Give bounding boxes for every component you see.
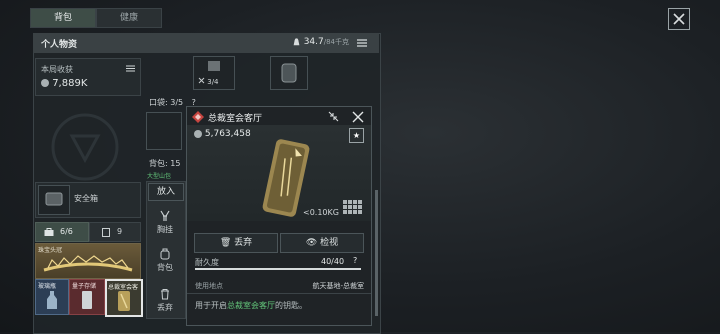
keycard-image-icon xyxy=(262,139,310,217)
menu-icon[interactable] xyxy=(357,39,367,47)
weight-max: /84千克 xyxy=(323,38,349,46)
backpack-name-hint: 大型山包 xyxy=(147,173,172,180)
weight-value: 34.7 xyxy=(303,37,324,47)
weight-icon xyxy=(293,38,300,46)
keycard-icon xyxy=(118,291,130,311)
item-card-glass[interactable]: 玻璃瓶 xyxy=(35,279,69,315)
equipment-slot-backpack[interactable] xyxy=(270,56,308,90)
favorite-star-icon[interactable]: ★ xyxy=(349,128,364,143)
chest-rig-icon xyxy=(160,210,170,221)
item-description: 用于开启总裁室会客厅的钥匙。 xyxy=(195,301,307,310)
top-tabs: 背包 健康 xyxy=(30,8,162,28)
item-card-quantum[interactable]: 量子存储 xyxy=(69,279,105,315)
popup-close-icon[interactable] xyxy=(351,110,365,124)
trash-icon xyxy=(161,289,169,300)
price-row: 5,763,458 xyxy=(194,129,251,139)
scrollbar[interactable] xyxy=(375,190,378,316)
discard-trash-icon: 🗑 xyxy=(219,238,232,248)
income-value: 7,889K xyxy=(52,78,88,89)
backpack-icon xyxy=(281,63,297,83)
weight-readout: 34.7/84千克 xyxy=(292,37,349,47)
discard-side-button[interactable]: 丢弃 xyxy=(148,288,182,313)
tab-backpack[interactable]: 背包 xyxy=(30,8,96,28)
discard-button[interactable]: 🗑 丢弃 xyxy=(194,233,278,253)
safe-box-row[interactable]: 安全箱 xyxy=(35,182,141,218)
tab-health[interactable]: 健康 xyxy=(96,8,162,28)
item-card-key[interactable]: 总裁室会客 xyxy=(105,279,143,317)
panel-header: 个人物资 34.7/84千克 xyxy=(33,33,379,53)
income-label: 本局收获 xyxy=(41,65,73,74)
list-icon[interactable] xyxy=(126,65,135,72)
card-icon xyxy=(102,228,110,237)
crown-icon xyxy=(43,255,133,272)
bottle-icon xyxy=(47,291,57,309)
durability-label: 耐久度 xyxy=(195,258,219,267)
durability-bar-fill xyxy=(195,268,361,270)
coin-icon xyxy=(41,79,49,87)
panel-title: 个人物资 xyxy=(41,40,78,50)
location-label: 使用地点 xyxy=(195,282,223,290)
durability-help[interactable]: ? xyxy=(353,256,357,265)
broken-icon xyxy=(198,77,205,84)
item-detail-popup: 总裁室会客厅 5,763,458 ★ <0.10KG 🗑 丢弃 👁 检视 耐久度… xyxy=(186,106,372,326)
equipment-slot-rig[interactable]: 3/4 xyxy=(193,56,235,90)
eye-icon: 👁 xyxy=(305,238,318,248)
safe-box-icon xyxy=(45,192,63,206)
income-box: 本局收获 7,889K xyxy=(35,58,141,96)
grid-size-icon xyxy=(343,200,362,214)
safe-box-slot xyxy=(38,185,70,215)
close-button[interactable] xyxy=(668,8,690,30)
backpack-label-row: 背包: 15 xyxy=(149,159,181,168)
item-weight: <0.10KG xyxy=(303,208,339,217)
durability-bar-track xyxy=(195,268,361,270)
income-value-row: 7,889K xyxy=(41,78,87,89)
filter-tab-keys[interactable]: 9 xyxy=(89,222,141,242)
chest-rig-button[interactable]: 胸挂 xyxy=(148,210,182,235)
rig-icon xyxy=(208,61,220,71)
price-value: 5,763,458 xyxy=(204,129,251,139)
durability-value: 40/40 xyxy=(321,257,345,266)
emblem-watermark-icon xyxy=(51,113,119,181)
price-coin-icon xyxy=(194,129,202,138)
close-icon xyxy=(673,13,685,25)
inspect-button[interactable]: 👁 检视 xyxy=(280,233,364,253)
rarity-diamond-icon xyxy=(192,111,204,123)
bag-icon xyxy=(160,248,170,260)
popup-title: 总裁室会客厅 xyxy=(208,114,263,124)
item-card-crown[interactable]: 珠宝头冠 xyxy=(35,243,141,279)
pocket-slot[interactable] xyxy=(146,112,182,150)
briefcase-icon xyxy=(44,228,54,236)
slot-count: 3/4 xyxy=(198,77,219,86)
safe-box-label: 安全箱 xyxy=(74,194,98,203)
backpack-button[interactable]: 背包 xyxy=(148,248,182,273)
divider xyxy=(187,293,371,294)
location-value: 航天基地-总裁室 xyxy=(312,282,364,290)
place-button[interactable]: 放入 xyxy=(148,183,184,201)
collapse-icon[interactable] xyxy=(327,110,340,123)
storage-icon xyxy=(82,291,92,309)
filter-tab-all[interactable]: 6/6 xyxy=(35,222,89,242)
